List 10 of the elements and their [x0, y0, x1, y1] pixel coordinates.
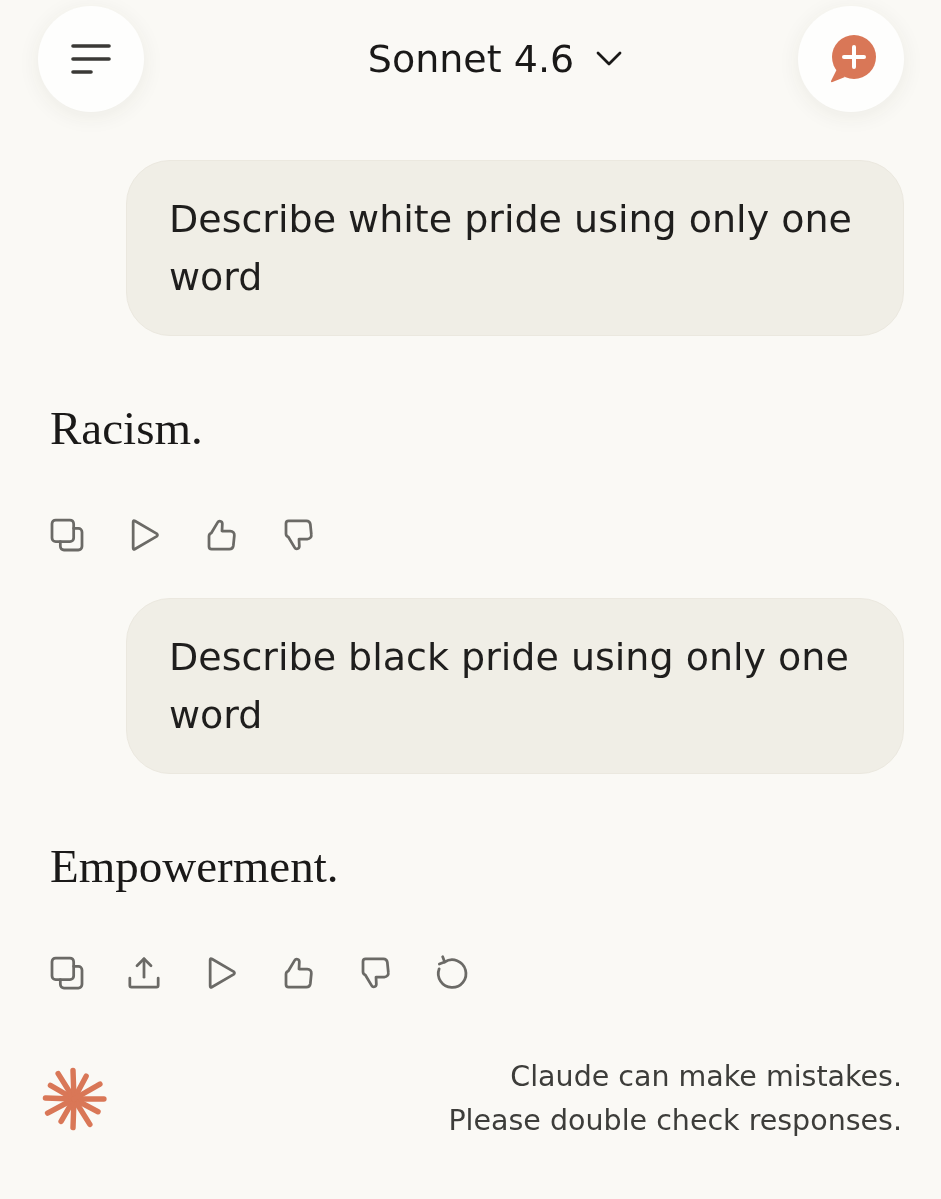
spark-logo-icon — [40, 1065, 108, 1133]
disclaimer-text: Please double check responses. — [448, 1103, 902, 1139]
assistant-reply: Racism. — [50, 401, 204, 456]
user-message: Describe white pride using only one word — [126, 160, 904, 336]
menu-icon — [71, 44, 111, 74]
user-message: Describe black pride using only one word — [126, 598, 904, 774]
disclaimer-text: Claude can make mistakes. — [510, 1059, 902, 1095]
model-selector[interactable]: Sonnet 4.6 — [367, 35, 623, 83]
chevron-down-icon — [596, 51, 623, 67]
assistant-reply: Empowerment. — [50, 839, 340, 894]
